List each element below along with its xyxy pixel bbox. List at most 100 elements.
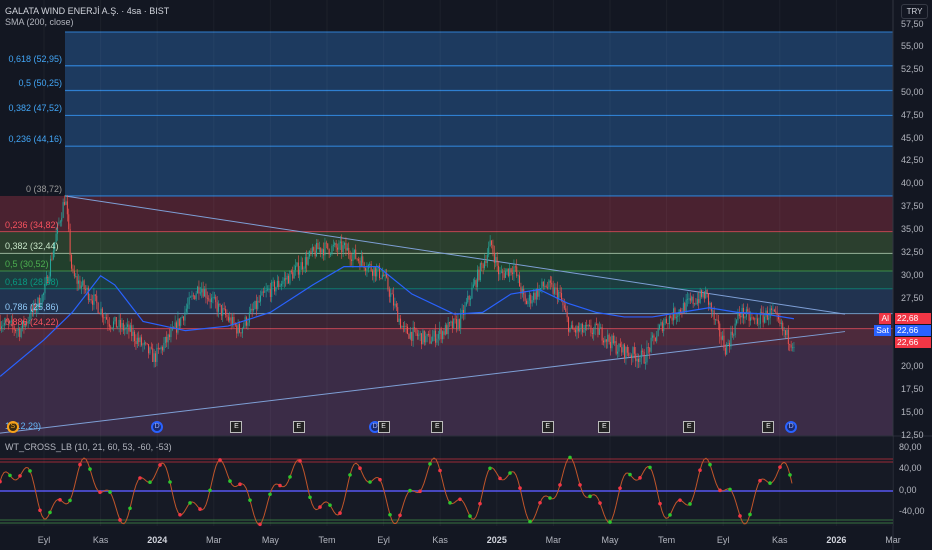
candle-body <box>542 281 544 287</box>
candle-body <box>395 303 397 308</box>
candle-body <box>68 214 70 229</box>
candle-body <box>591 332 593 335</box>
candle-body <box>618 343 620 352</box>
time-axis-label: Eyl <box>716 535 730 545</box>
candle-body <box>705 289 707 299</box>
candle-body <box>288 275 290 284</box>
candle-body <box>433 330 435 337</box>
candle-body <box>327 243 329 249</box>
candle-body <box>117 326 119 328</box>
event-marker-e[interactable]: E <box>683 421 696 433</box>
wt-cross-dot <box>768 481 772 485</box>
candle-body <box>2 325 4 327</box>
fib-label: 0,618 (28,58) <box>5 276 59 287</box>
candle-body <box>568 317 570 332</box>
candle-body <box>268 289 270 290</box>
candle-body <box>205 289 207 298</box>
candle-body <box>408 333 410 339</box>
candle-body <box>430 341 432 344</box>
event-marker-e[interactable]: E <box>292 421 305 433</box>
candle-body <box>323 249 325 256</box>
price-chart[interactable] <box>0 0 932 550</box>
price-axis-label: 47,50 <box>901 109 924 120</box>
candle-body <box>610 341 612 349</box>
candle-body <box>477 269 479 288</box>
fib-label: 0,5 (30,52) <box>5 258 49 269</box>
candle-body <box>783 330 785 332</box>
event-marker-s[interactable]: S <box>6 421 19 433</box>
candle-body <box>241 328 243 334</box>
candle-body <box>275 286 277 292</box>
buy-label[interactable]: Al <box>879 313 891 324</box>
event-marker-e[interactable]: E <box>762 421 775 433</box>
candle-body <box>547 287 549 289</box>
wt-cross-dot <box>188 501 192 505</box>
candle-body <box>757 318 759 324</box>
candle-body <box>162 347 164 351</box>
candle-body <box>755 318 757 320</box>
candle-body <box>495 257 497 263</box>
candle-body <box>734 323 736 336</box>
wt-cross-dot <box>578 483 582 487</box>
event-marker-e[interactable]: E <box>541 421 554 433</box>
candle-body <box>80 285 82 289</box>
candle-body <box>335 242 337 248</box>
event-marker-e[interactable]: E <box>598 421 611 433</box>
sell-label[interactable]: Sat <box>874 325 891 336</box>
event-marker-e[interactable]: E <box>431 421 444 433</box>
candle-body <box>330 253 332 255</box>
candle-body <box>776 312 778 316</box>
time-axis-label: Kas <box>432 535 448 545</box>
candle-body <box>514 266 516 268</box>
candle-body <box>92 300 94 305</box>
candle-body <box>185 308 187 312</box>
candle-body <box>421 333 423 345</box>
candle-body <box>653 335 655 338</box>
candle-body <box>598 328 600 335</box>
candle-body <box>318 247 320 250</box>
wt-cross-dot <box>558 483 562 487</box>
wt-cross-dot <box>418 489 422 494</box>
wt-cross-dot <box>18 474 22 478</box>
wt-cross-dot <box>658 501 662 506</box>
currency-button[interactable]: TRY <box>901 4 928 19</box>
event-marker-e[interactable]: E <box>230 421 243 433</box>
price-axis-label: 57,50 <box>901 19 924 29</box>
candle-body <box>197 286 199 294</box>
candle-body <box>363 262 365 269</box>
candle-body <box>593 329 595 335</box>
candle-body <box>17 329 19 331</box>
candle-body <box>240 332 242 334</box>
candle-body <box>468 295 470 300</box>
candle-body <box>559 292 561 294</box>
candle-body <box>82 280 84 286</box>
candle-body <box>712 310 714 312</box>
candle-body <box>345 242 347 251</box>
wt-cross-dot <box>138 476 142 480</box>
price-axis-label: 17,50 <box>901 384 924 395</box>
event-marker-d[interactable]: D <box>785 421 798 433</box>
wt-cross-dot <box>338 511 342 515</box>
candle-body <box>309 251 311 257</box>
candle-body <box>552 284 554 294</box>
wt-cross-dot <box>468 514 472 518</box>
candle-body <box>723 335 725 348</box>
candle-body <box>453 318 455 329</box>
candle-body <box>647 347 649 348</box>
candle-body <box>317 242 319 250</box>
candle-body <box>488 246 490 255</box>
oscillator-legend[interactable]: WT_CROSS_LB (10, 21, 60, 53, -60, -53) <box>5 442 172 452</box>
candle-body <box>374 267 376 277</box>
candle-body <box>271 282 273 298</box>
time-axis-label: Kas <box>92 535 109 545</box>
candle-body <box>199 292 201 294</box>
candle-body <box>125 326 127 329</box>
candle-body <box>479 263 481 281</box>
event-marker-e[interactable]: E <box>377 421 390 433</box>
candle-body <box>467 295 469 303</box>
candle-body <box>324 242 326 256</box>
candle-body <box>673 308 675 321</box>
candle-body <box>69 228 71 256</box>
sma-legend[interactable]: SMA (200, close) <box>5 17 74 27</box>
candle-body <box>516 266 518 276</box>
